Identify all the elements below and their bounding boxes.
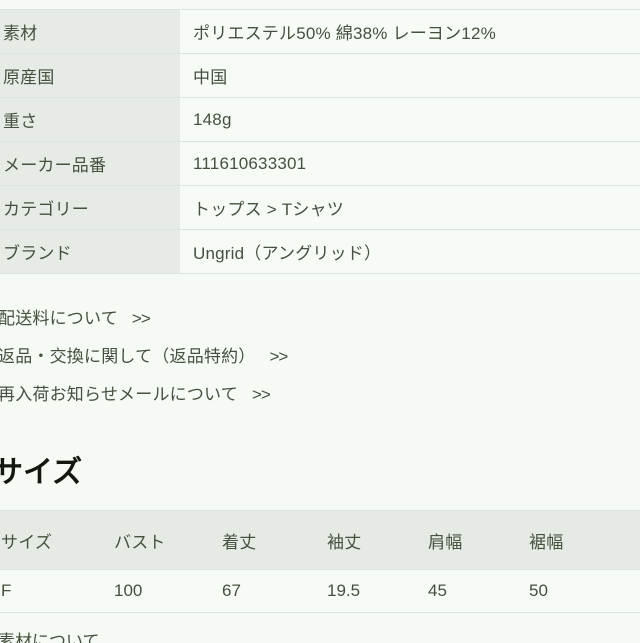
size-section: サイズ サイズ バスト 着丈 袖丈 肩幅 裾幅 F 100 67 (0, 414, 640, 613)
size-cell-sleeve-length: 19.5 (321, 570, 422, 613)
size-header-sleeve-length: 袖丈 (321, 511, 422, 570)
link-returns-exchanges[interactable]: 返品・交換に関して（返品特約）>> (0, 338, 640, 376)
spec-label-manufacturer-code: メーカー品番 (0, 142, 181, 186)
size-cell-length: 67 (216, 570, 321, 613)
size-header-shoulder-width: 肩幅 (422, 511, 523, 570)
clipped-bottom-label: 素材について (0, 627, 100, 643)
spec-value-manufacturer-code: 111610633301 (181, 142, 640, 186)
table-row: 素材 ポリエステル50% 綿38% レーヨン12% (0, 10, 640, 54)
size-header-length: 着丈 (216, 511, 321, 570)
size-cell-bust: 100 (108, 570, 216, 613)
table-row: メーカー品番 111610633301 (0, 142, 640, 186)
size-cell-hem-width: 50 (523, 570, 640, 613)
product-spec-table: 素材 ポリエステル50% 綿38% レーヨン12% 原産国 中国 重さ 148g… (0, 9, 640, 274)
spec-label-category: カテゴリー (0, 186, 181, 230)
spec-label-brand: ブランド (0, 230, 181, 274)
size-cell-size: F (0, 570, 108, 613)
spec-value-country-of-origin: 中国 (181, 54, 640, 98)
size-header-bust: バスト (108, 511, 216, 570)
size-header-size: サイズ (0, 511, 108, 570)
size-header-hem-width: 裾幅 (523, 511, 640, 570)
link-restock-notification-label: 再入荷お知らせメールについて (0, 385, 238, 404)
table-row: F 100 67 19.5 45 50 (0, 570, 640, 613)
link-restock-notification[interactable]: 再入荷お知らせメールについて>> (0, 376, 640, 414)
spec-label-weight: 重さ (0, 98, 181, 142)
link-shipping-fee[interactable]: 配送料について>> (0, 300, 640, 338)
spec-value-material: ポリエステル50% 綿38% レーヨン12% (181, 10, 640, 54)
size-section-heading: サイズ (0, 458, 640, 488)
top-spacer (0, 0, 640, 9)
clipped-bottom-text: 素材について (0, 613, 640, 643)
spec-value-category: トップス > Tシャツ (181, 186, 640, 230)
table-row: ブランド Ungrid（アングリッド） (0, 230, 640, 274)
chevron-right-icon: >> (256, 338, 288, 376)
link-returns-exchanges-label: 返品・交換に関して（返品特約） (0, 347, 256, 366)
chevron-right-icon: >> (238, 376, 270, 414)
chevron-right-icon: >> (118, 300, 150, 338)
product-detail-page: 素材 ポリエステル50% 綿38% レーヨン12% 原産国 中国 重さ 148g… (0, 0, 640, 643)
spec-value-brand: Ungrid（アングリッド） (181, 230, 640, 274)
spec-label-country-of-origin: 原産国 (0, 54, 181, 98)
size-table-header-row: サイズ バスト 着丈 袖丈 肩幅 裾幅 (0, 511, 640, 570)
table-row: 原産国 中国 (0, 54, 640, 98)
spec-label-material: 素材 (0, 10, 181, 54)
size-measurement-table: サイズ バスト 着丈 袖丈 肩幅 裾幅 F 100 67 19.5 45 50 (0, 510, 640, 613)
info-links-group: 配送料について>> 返品・交換に関して（返品特約）>> 再入荷お知らせメールにつ… (0, 274, 640, 414)
table-row: カテゴリー トップス > Tシャツ (0, 186, 640, 230)
table-row: 重さ 148g (0, 98, 640, 142)
size-cell-shoulder-width: 45 (422, 570, 523, 613)
link-shipping-fee-label: 配送料について (0, 309, 118, 328)
spec-value-weight: 148g (181, 98, 640, 142)
